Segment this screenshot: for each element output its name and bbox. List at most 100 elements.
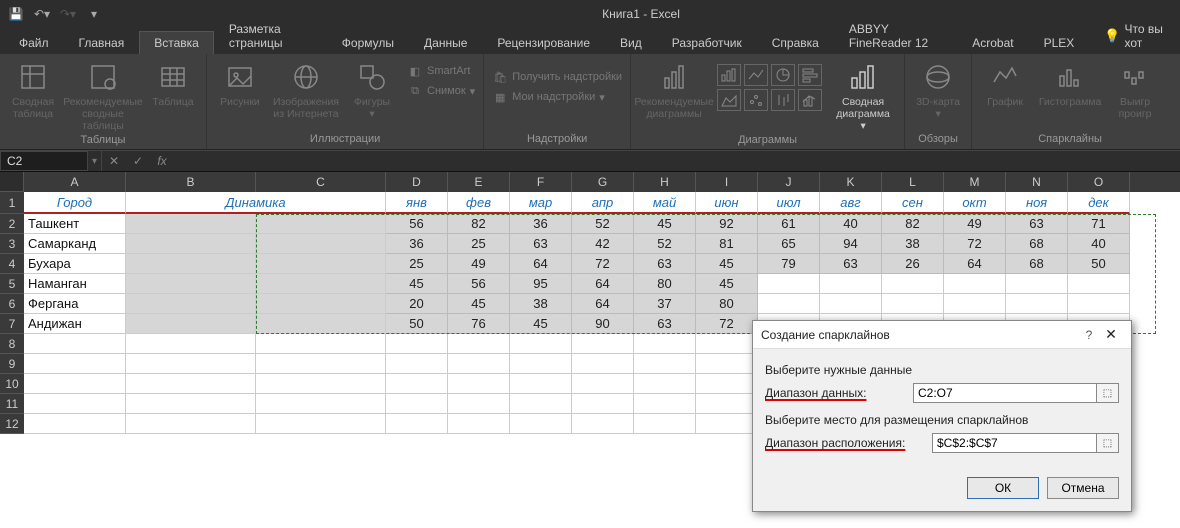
cell[interactable] <box>386 374 448 394</box>
cell[interactable]: Фергана <box>24 294 126 314</box>
cell[interactable] <box>256 274 386 294</box>
cell[interactable]: дек <box>1068 192 1130 214</box>
cell[interactable]: 50 <box>1068 254 1130 274</box>
cell[interactable]: 68 <box>1006 254 1068 274</box>
cell[interactable]: янв <box>386 192 448 214</box>
cell[interactable] <box>1006 274 1068 294</box>
cell[interactable] <box>256 254 386 274</box>
cell[interactable] <box>448 414 510 434</box>
cell[interactable]: 61 <box>758 214 820 234</box>
cell[interactable] <box>126 414 256 434</box>
cell[interactable]: 56 <box>386 214 448 234</box>
cell[interactable] <box>386 354 448 374</box>
cell[interactable]: окт <box>944 192 1006 214</box>
tab-help[interactable]: Справка <box>757 31 834 54</box>
row-header-9[interactable]: 9 <box>0 354 24 374</box>
cell[interactable]: 68 <box>1006 234 1068 254</box>
cell[interactable]: 82 <box>882 214 944 234</box>
cell[interactable]: май <box>634 192 696 214</box>
tab-home[interactable]: Главная <box>64 31 140 54</box>
row-header-1[interactable]: 1 <box>0 192 24 214</box>
col-header-G[interactable]: G <box>572 172 634 192</box>
save-icon[interactable]: 💾 <box>4 3 28 25</box>
cell[interactable]: сен <box>882 192 944 214</box>
cell[interactable] <box>126 294 256 314</box>
cell[interactable] <box>448 334 510 354</box>
dialog-titlebar[interactable]: Создание спарклайнов ? ✕ <box>753 321 1131 349</box>
cell[interactable] <box>256 354 386 374</box>
cell[interactable]: июл <box>758 192 820 214</box>
cell[interactable]: 76 <box>448 314 510 334</box>
cell[interactable] <box>126 314 256 334</box>
cell[interactable] <box>386 414 448 434</box>
col-header-E[interactable]: E <box>448 172 510 192</box>
cell[interactable]: 65 <box>758 234 820 254</box>
cell[interactable]: ноя <box>1006 192 1068 214</box>
cell[interactable] <box>24 374 126 394</box>
cell[interactable] <box>256 414 386 434</box>
data-range-input[interactable] <box>913 383 1097 403</box>
cell[interactable] <box>634 334 696 354</box>
cell[interactable] <box>696 414 758 434</box>
cell[interactable] <box>256 394 386 414</box>
cell[interactable] <box>634 414 696 434</box>
cell[interactable] <box>944 294 1006 314</box>
cell[interactable]: 80 <box>696 294 758 314</box>
collapse-dialog-icon[interactable]: ⬚ <box>1097 383 1119 403</box>
cell[interactable] <box>386 334 448 354</box>
cancel-formula-icon[interactable]: ✕ <box>102 151 126 171</box>
cell[interactable]: 82 <box>448 214 510 234</box>
row-header-12[interactable]: 12 <box>0 414 24 434</box>
cell[interactable]: июн <box>696 192 758 214</box>
cell[interactable] <box>126 374 256 394</box>
cell[interactable] <box>448 374 510 394</box>
tab-file[interactable]: Файл <box>4 31 64 54</box>
cell[interactable] <box>24 414 126 434</box>
cell[interactable]: Бухара <box>24 254 126 274</box>
cell[interactable]: Наманган <box>24 274 126 294</box>
cell[interactable] <box>126 274 256 294</box>
cell[interactable]: 25 <box>386 254 448 274</box>
col-header-C[interactable]: C <box>256 172 386 192</box>
cell[interactable] <box>634 374 696 394</box>
cell[interactable]: 64 <box>944 254 1006 274</box>
dialog-help-icon[interactable]: ? <box>1079 328 1099 342</box>
cell[interactable] <box>126 234 256 254</box>
cell[interactable] <box>256 314 386 334</box>
cell[interactable]: 52 <box>634 234 696 254</box>
cell[interactable] <box>820 274 882 294</box>
cell[interactable] <box>126 254 256 274</box>
col-header-H[interactable]: H <box>634 172 696 192</box>
cell[interactable]: 72 <box>572 254 634 274</box>
row-headers[interactable]: 123456789101112 <box>0 192 24 434</box>
cell[interactable]: 45 <box>634 214 696 234</box>
col-header-A[interactable]: A <box>24 172 126 192</box>
cell[interactable]: 38 <box>882 234 944 254</box>
cell[interactable] <box>126 354 256 374</box>
cell[interactable]: 52 <box>572 214 634 234</box>
tab-plex[interactable]: PLEX <box>1029 31 1090 54</box>
tab-formulas[interactable]: Формулы <box>327 31 409 54</box>
row-header-10[interactable]: 10 <box>0 374 24 394</box>
cell[interactable]: 50 <box>386 314 448 334</box>
tab-insert[interactable]: Вставка <box>139 31 214 54</box>
tab-data[interactable]: Данные <box>409 31 482 54</box>
cell[interactable] <box>1006 294 1068 314</box>
cell[interactable]: 92 <box>696 214 758 234</box>
cell[interactable]: 81 <box>696 234 758 254</box>
cell[interactable] <box>634 354 696 374</box>
row-header-3[interactable]: 3 <box>0 234 24 254</box>
col-header-M[interactable]: M <box>944 172 1006 192</box>
undo-icon[interactable]: ↶▾ <box>30 3 54 25</box>
cell[interactable] <box>256 214 386 234</box>
cell[interactable] <box>510 334 572 354</box>
column-headers[interactable]: ABCDEFGHIJKLMNO <box>24 172 1180 192</box>
cell[interactable]: Динамика <box>126 192 386 214</box>
cell[interactable] <box>696 394 758 414</box>
pivot-chart-button[interactable]: Сводная диаграмма ▾ <box>828 60 898 132</box>
row-header-7[interactable]: 7 <box>0 314 24 334</box>
cell[interactable] <box>944 274 1006 294</box>
tab-layout[interactable]: Разметка страницы <box>214 17 327 54</box>
qat-customize-icon[interactable]: ▾ <box>82 3 106 25</box>
cell[interactable] <box>448 394 510 414</box>
